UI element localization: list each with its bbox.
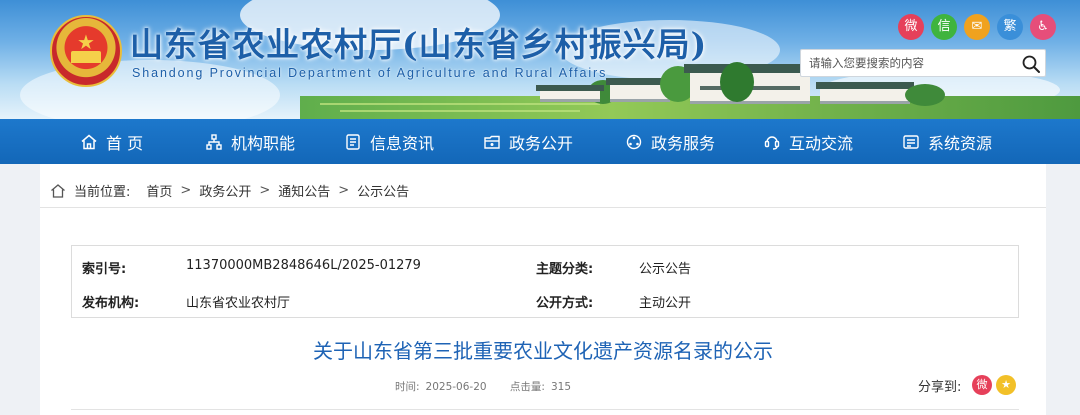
breadcrumb-item-notices[interactable]: 通知公告 <box>278 181 330 200</box>
folder-icon <box>484 135 500 149</box>
site-subtitle: Shandong Provincial Department of Agricu… <box>132 66 608 80</box>
time-label: 时间: <box>395 381 420 393</box>
field-line <box>340 110 580 112</box>
nav-item-label: 信息资讯 <box>370 133 435 153</box>
home-icon <box>81 134 97 149</box>
org-chart-icon <box>206 133 222 150</box>
breadcrumb-separator: > <box>338 183 350 198</box>
service-icon <box>626 134 642 149</box>
weibo-icon[interactable]: 微 <box>898 14 924 40</box>
nav-item-label: 系统资源 <box>928 133 993 153</box>
content-panel: 当前位置: 首页 > 政务公开 > 通知公告 > 公示公告 索引号: 11370… <box>40 164 1046 415</box>
time-value: 2025-06-20 <box>425 381 487 393</box>
interaction-icon <box>764 135 780 150</box>
breadcrumb-item-gov-disclosure[interactable]: 政务公开 <box>199 181 251 200</box>
national-emblem-logo[interactable]: ★ <box>50 15 122 87</box>
clicks-value: 315 <box>550 381 572 393</box>
search-icon[interactable] <box>1021 54 1041 74</box>
nav-item-interaction[interactable]: 互动交流 <box>763 119 853 164</box>
star-icon: ★ <box>77 29 95 54</box>
nav-item-system-resources[interactable]: 系统资源 <box>902 119 992 164</box>
nav-item-label: 政务公开 <box>509 133 574 153</box>
index-number-value: 11370000MB2848646L/2025-01279 <box>186 258 421 273</box>
roof-decoration <box>536 85 604 91</box>
article-title: 关于山东省第三批重要农业文化遗产资源名录的公示 <box>313 339 773 363</box>
nav-item-label: 互动交流 <box>789 133 854 153</box>
breadcrumb: 当前位置: 首页 > 政务公开 > 通知公告 > 公示公告 <box>50 181 409 200</box>
disclosure-method-label: 公开方式: <box>536 296 594 311</box>
nav-item-news[interactable]: 信息资讯 <box>344 119 434 164</box>
index-number-label: 索引号: <box>82 262 127 277</box>
breadcrumb-label: 当前位置: <box>74 185 131 200</box>
nav-item-gov-disclosure[interactable]: 政务公开 <box>483 119 573 164</box>
nav-item-home[interactable]: 首 页 <box>80 119 143 164</box>
category-label: 主题分类: <box>536 262 594 277</box>
divider <box>71 409 1019 410</box>
building-decoration <box>540 90 600 102</box>
nav-item-label: 机构职能 <box>231 133 296 153</box>
divider <box>40 207 1046 208</box>
tree-decoration <box>905 84 945 106</box>
traditional-chinese-icon[interactable]: 繁 <box>997 14 1023 40</box>
site-title[interactable]: 山东省农业农村厅(山东省乡村振兴局) <box>130 18 707 66</box>
nav-item-label: 首 页 <box>106 133 144 153</box>
document-icon <box>346 133 360 150</box>
nav-item-organization[interactable]: 机构职能 <box>205 119 295 164</box>
category-value: 公示公告 <box>639 262 692 277</box>
system-icon <box>903 134 919 149</box>
header-banner: ★ 山东省农业农村厅(山东省乡村振兴局) Shandong Provincial… <box>0 0 1080 119</box>
disclosure-method-value: 主动公开 <box>639 296 692 311</box>
search-input[interactable] <box>801 50 1016 76</box>
article-info: 时间: 2025-06-20 点击量: 315 <box>395 379 577 394</box>
document-meta-table: 索引号: 11370000MB2848646L/2025-01279 主题分类:… <box>71 245 1019 318</box>
breadcrumb-item-announcements[interactable]: 公示公告 <box>357 181 409 200</box>
accessibility-icon[interactable]: ♿ <box>1030 14 1056 40</box>
home-icon <box>51 183 65 198</box>
publisher-label: 发布机构: <box>82 296 140 311</box>
wechat-icon[interactable]: 信 <box>931 14 957 40</box>
breadcrumb-item-home[interactable]: 首页 <box>146 181 172 200</box>
breadcrumb-separator: > <box>180 183 192 198</box>
gate-icon <box>71 51 101 63</box>
breadcrumb-separator: > <box>259 183 271 198</box>
article-share-icons: 微 ★ <box>972 375 1016 395</box>
email-icon[interactable]: ✉ <box>964 14 990 40</box>
tree-decoration <box>720 62 754 102</box>
field-line <box>320 103 600 105</box>
share-label: 分享到: <box>918 380 962 395</box>
nav-item-label: 政务服务 <box>651 133 716 153</box>
main-nav: 首 页 机构职能 信息资讯 政务公开 政务服务 互动交流 系统资源 <box>0 119 1080 164</box>
building-decoration <box>820 88 910 104</box>
weibo-share-icon[interactable]: 微 <box>972 375 992 395</box>
publisher-value: 山东省农业农村厅 <box>186 296 291 311</box>
favorite-star-icon[interactable]: ★ <box>996 375 1016 395</box>
roof-decoration <box>816 82 914 89</box>
nav-item-gov-service[interactable]: 政务服务 <box>625 119 715 164</box>
search-box <box>800 49 1046 77</box>
clicks-label: 点击量: <box>509 381 545 393</box>
header-share-icons: 微信 ✉ 繁 ♿ <box>898 14 1056 40</box>
